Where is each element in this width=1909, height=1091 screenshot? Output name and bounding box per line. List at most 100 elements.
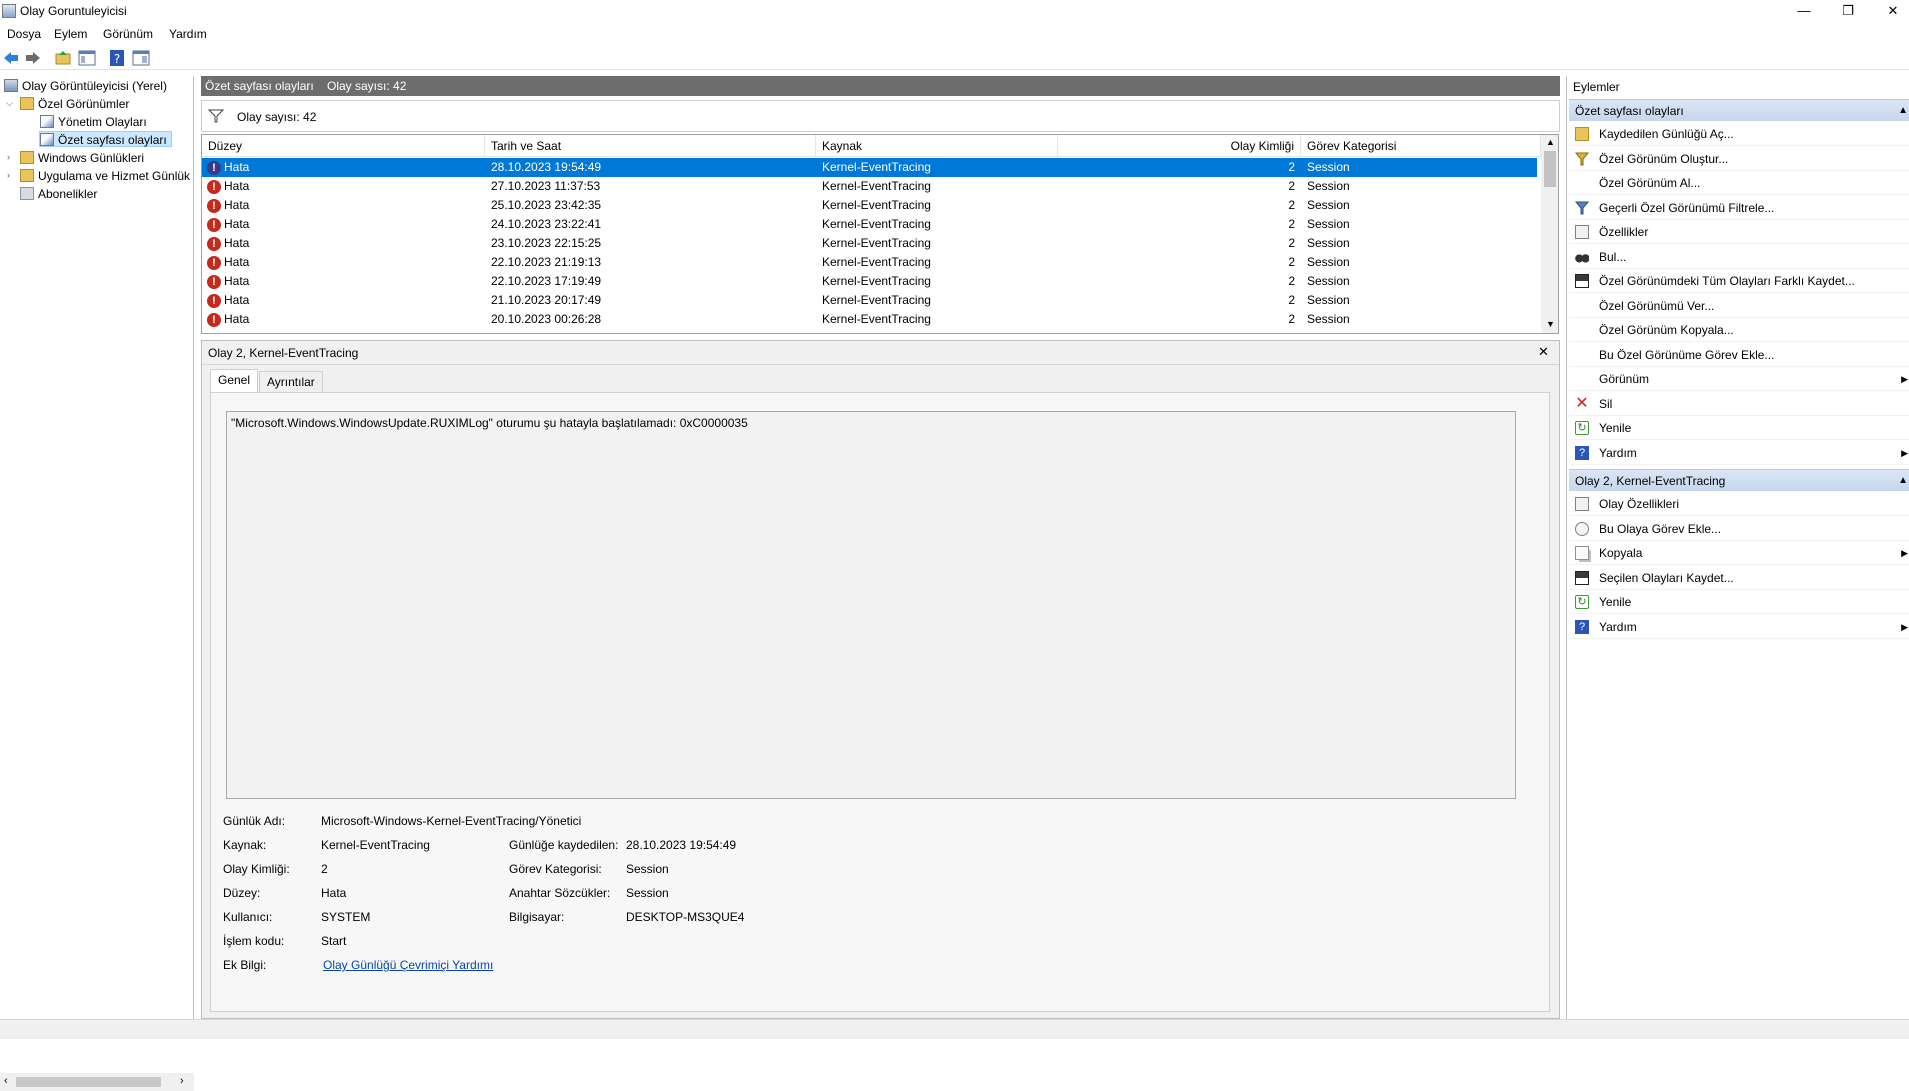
tree-admin-events[interactable]: Yönetim Olayları — [40, 114, 147, 130]
action-item[interactable]: Özel Görünümdeki Tüm Olayları Farklı Kay… — [1569, 269, 1909, 293]
help-icon[interactable]: ? — [108, 49, 126, 67]
general-tab-panel: "Microsoft.Windows.WindowsUpdate.RUXIMLo… — [210, 392, 1550, 1012]
up-folder-icon[interactable] — [54, 49, 72, 67]
row-source: Kernel-EventTracing — [822, 198, 931, 212]
folder-icon — [20, 151, 34, 164]
action-item[interactable]: ? Yardım ▶ — [1569, 615, 1909, 639]
action-item[interactable]: Seçilen Olayları Kaydet... — [1569, 566, 1909, 590]
tree-subscriptions[interactable]: Abonelikler — [20, 186, 97, 202]
row-source: Kernel-EventTracing — [822, 255, 931, 269]
action-item[interactable]: ? Yardım ▶ — [1569, 441, 1909, 465]
action-item[interactable]: Olay Özellikleri — [1569, 492, 1909, 516]
action-item[interactable]: Özel Görünüm Oluştur... — [1569, 147, 1909, 171]
scroll-thumb[interactable] — [16, 1077, 161, 1087]
menu-action[interactable]: Eylem — [54, 27, 87, 41]
action-item[interactable]: Özel Görünüm Kopyala... — [1569, 318, 1909, 342]
scroll-down-icon[interactable]: ▼ — [1546, 319, 1555, 329]
row-level: Hata — [224, 179, 250, 193]
table-row[interactable]: ! Hata 20.10.2023 00:26:28 Kernel-EventTrac… — [202, 310, 1537, 329]
show-hide-tree-icon[interactable] — [78, 49, 96, 67]
action-item[interactable]: Özellikler — [1569, 220, 1909, 244]
scroll-right-icon[interactable]: › — [180, 1075, 184, 1087]
table-row[interactable]: ! Hata 22.10.2023 17:19:49 Kernel-EventTrac… — [202, 272, 1537, 291]
table-row[interactable]: ! Hata 22.10.2023 21:19:13 Kernel-EventTrac… — [202, 253, 1537, 272]
scroll-thumb[interactable] — [1544, 151, 1556, 187]
action-item[interactable]: Bul... — [1569, 245, 1909, 269]
column-header-source[interactable]: Kaynak — [816, 135, 1058, 157]
table-row[interactable]: ! Hata 21.10.2023 20:17:49 Kernel-EventTrac… — [202, 291, 1537, 310]
actions-pane: Eylemler Özet sayfası olayları ▲ Kaydedi… — [1566, 76, 1909, 1019]
tree-root[interactable]: Olay Görüntüleyicisi (Yerel) — [4, 78, 167, 94]
column-header-date[interactable]: Tarih ve Saat — [485, 135, 816, 157]
row-task-category: Session — [1307, 179, 1350, 193]
actions-section-summary[interactable]: Özet sayfası olayları ▲ — [1569, 99, 1909, 121]
action-item[interactable]: ↻ Yenile — [1569, 590, 1909, 614]
action-label: Geçerli Özel Görünümü Filtrele... — [1599, 200, 1775, 215]
row-task-category: Session — [1307, 274, 1350, 288]
minimize-button[interactable]: — — [1781, 0, 1827, 24]
show-hide-action-pane-icon[interactable] — [132, 49, 150, 67]
center-header-count: Olay sayısı: 42 — [327, 79, 407, 93]
title-bar: Olay Goruntuleyicisi — ❐ ✕ — [0, 0, 1909, 24]
row-task-category: Session — [1307, 236, 1350, 250]
forward-arrow-icon[interactable] — [24, 49, 42, 67]
online-help-link[interactable]: Olay Günlüğü Çevrimiçi Yardımı — [323, 958, 493, 972]
menu-file[interactable]: Dosya — [7, 27, 41, 41]
tree-horizontal-scrollbar[interactable]: ‹ › — [0, 1073, 194, 1091]
action-item[interactable]: Özel Görünümü Ver... — [1569, 294, 1909, 318]
chevron-right-icon[interactable]: › — [7, 152, 10, 162]
collapse-up-icon[interactable]: ▲ — [1898, 100, 1908, 122]
task-category-value: Session — [626, 862, 669, 876]
event-detail-pane: Olay 2, Kernel-EventTracing ✕ Genel Ayrı… — [201, 340, 1560, 1019]
action-label: Kopyala — [1599, 546, 1643, 560]
action-item[interactable]: Özel Görünüm Al... — [1569, 171, 1909, 195]
binoculars-icon — [1575, 249, 1589, 264]
chevron-down-icon[interactable]: ⌵ — [6, 98, 13, 109]
menu-view[interactable]: Görünüm — [103, 27, 153, 41]
tab-general[interactable]: Genel — [210, 369, 259, 393]
table-row[interactable]: ! Hata 25.10.2023 23:42:35 Kernel-EventTrac… — [202, 196, 1537, 215]
opcode-label: İşlem kodu: — [223, 934, 285, 948]
event-table-scrollbar[interactable]: ▲ ▼ — [1541, 135, 1558, 333]
action-item[interactable]: Geçerli Özel Görünümü Filtrele... — [1569, 196, 1909, 220]
tree-summary-events[interactable]: Özet sayfası olayları — [39, 131, 172, 147]
help-icon: ? — [1575, 619, 1589, 634]
column-header-task-category[interactable]: Görev Kategorisi — [1301, 135, 1541, 157]
row-level: Hata — [224, 236, 250, 250]
action-item[interactable]: ↻ Yenile — [1569, 416, 1909, 440]
actions-section-event[interactable]: Olay 2, Kernel-EventTracing ▲ — [1569, 469, 1909, 491]
action-item[interactable]: Kaydedilen Günlüğü Aç... — [1569, 122, 1909, 146]
table-row[interactable]: ! Hata 27.10.2023 11:37:53 Kernel-EventTrac… — [202, 177, 1537, 196]
action-item[interactable]: ✕ Sil — [1569, 392, 1909, 416]
properties-icon — [1575, 497, 1589, 511]
action-item[interactable]: Bu Olaya Görev Ekle... — [1569, 517, 1909, 541]
table-row[interactable]: ! Hata 23.10.2023 22:15:25 Kernel-EventTrac… — [202, 234, 1537, 253]
action-label: Özel Görünümü Ver... — [1599, 298, 1715, 313]
tree-app-service-logs[interactable]: Uygulama ve Hizmet Günlük — [20, 168, 190, 184]
menu-bar: Dosya Eylem Görünüm Yardım — [0, 24, 1909, 44]
action-label: Bu Özel Görünüme Görev Ekle... — [1599, 347, 1775, 362]
opcode-value: Start — [321, 934, 347, 948]
action-label: Özel Görünümdeki Tüm Olayları Farklı Kay… — [1599, 274, 1855, 288]
keywords-value: Session — [626, 886, 669, 900]
back-arrow-icon[interactable] — [2, 49, 20, 67]
table-row[interactable]: ! Hata 28.10.2023 19:54:49 Kernel-EventTrac… — [202, 158, 1537, 177]
action-item[interactable]: Görünüm ▶ — [1569, 367, 1909, 391]
action-item[interactable]: Kopyala ▶ — [1569, 541, 1909, 565]
tree-windows-logs[interactable]: Windows Günlükleri — [20, 150, 144, 166]
tree-custom-views[interactable]: Özel Görünümler — [20, 96, 129, 112]
close-button[interactable]: ✕ — [1870, 0, 1909, 24]
scroll-left-icon[interactable]: ‹ — [4, 1075, 8, 1087]
logged-label: Günlüğe kaydedilen: — [509, 838, 619, 852]
table-row[interactable]: ! Hata 24.10.2023 23:22:41 Kernel-EventTrac… — [202, 215, 1537, 234]
tab-details[interactable]: Ayrıntılar — [259, 371, 323, 393]
close-icon[interactable]: ✕ — [1538, 344, 1549, 360]
scroll-up-icon[interactable]: ▲ — [1546, 137, 1555, 147]
menu-help[interactable]: Yardım — [169, 27, 207, 41]
chevron-right-icon[interactable]: › — [7, 170, 10, 180]
action-item[interactable]: Bu Özel Görünüme Görev Ekle... — [1569, 343, 1909, 367]
column-header-level[interactable]: Düzey — [202, 135, 485, 157]
collapse-up-icon[interactable]: ▲ — [1898, 470, 1908, 492]
restore-button[interactable]: ❐ — [1825, 0, 1871, 24]
column-header-event-id[interactable]: Olay Kimliği — [1058, 135, 1301, 157]
